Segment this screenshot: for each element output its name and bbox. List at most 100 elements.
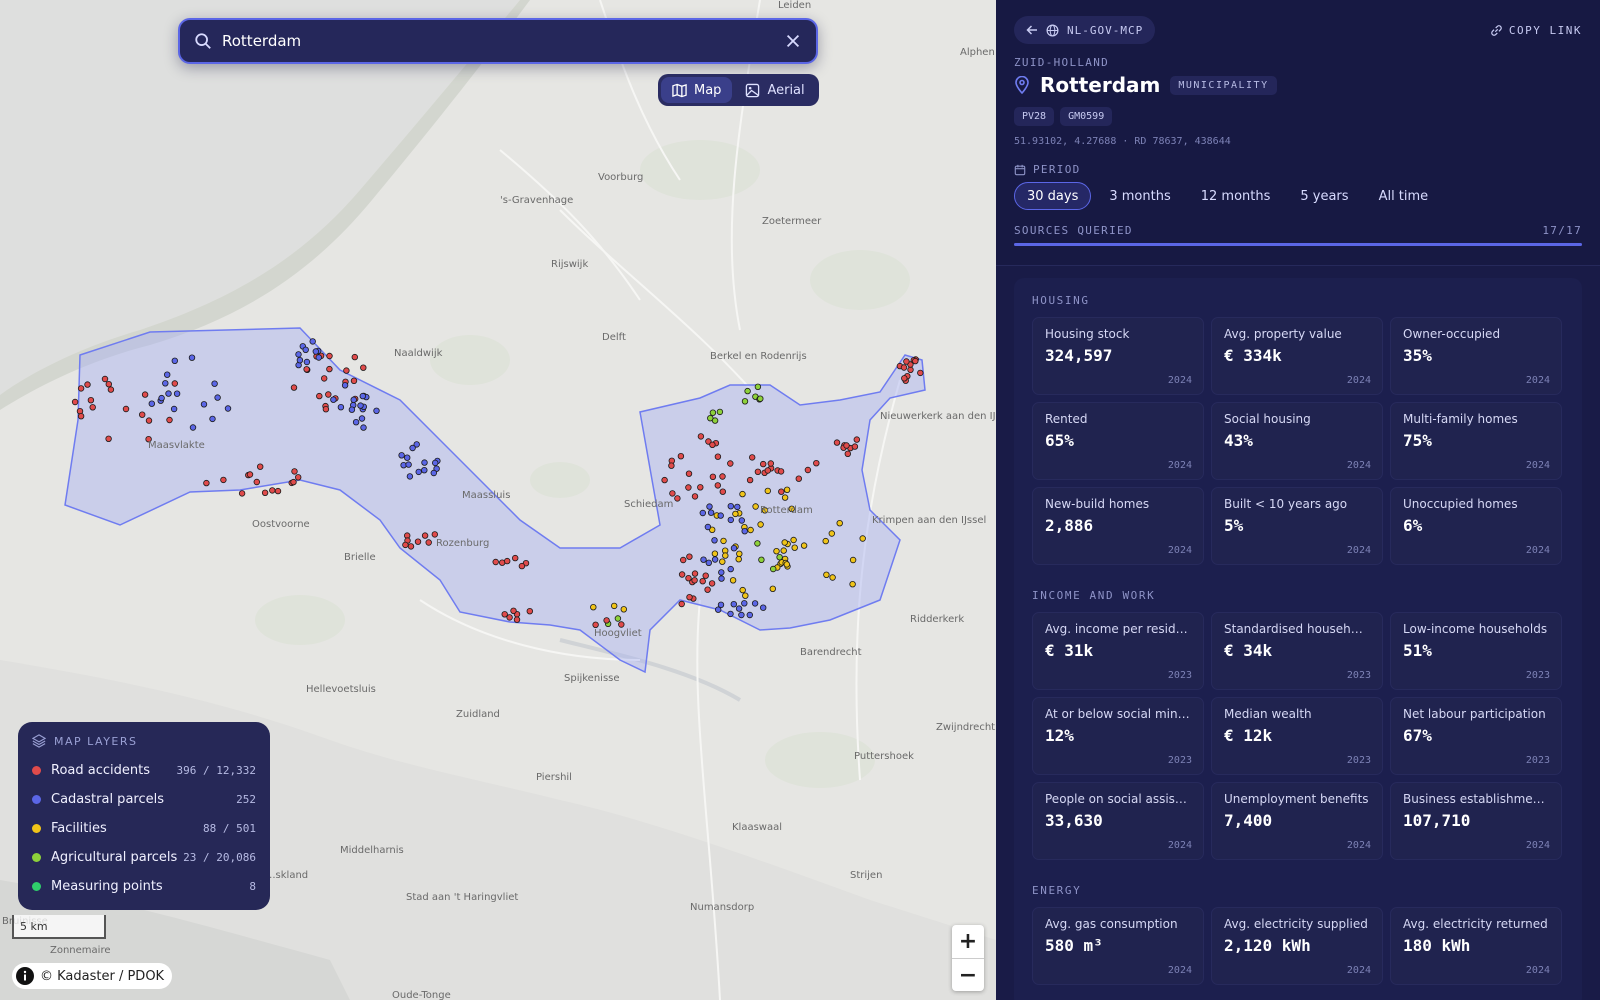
map-marker[interactable] bbox=[741, 398, 749, 405]
zoom-in-button[interactable]: + bbox=[952, 925, 984, 958]
map-marker[interactable] bbox=[188, 354, 196, 361]
map-marker[interactable] bbox=[163, 371, 171, 378]
map-marker[interactable] bbox=[699, 509, 706, 517]
map-marker[interactable] bbox=[764, 467, 771, 474]
map-marker[interactable] bbox=[171, 380, 178, 387]
map-marker[interactable] bbox=[407, 543, 415, 550]
map-marker[interactable] bbox=[706, 503, 713, 510]
map-layer-item[interactable]: Measuring points 8 bbox=[32, 872, 256, 901]
map-marker[interactable] bbox=[414, 538, 422, 545]
map-marker[interactable] bbox=[315, 354, 322, 361]
map-marker[interactable] bbox=[357, 402, 364, 409]
map-marker[interactable] bbox=[211, 380, 218, 387]
map-marker[interactable] bbox=[618, 621, 625, 628]
map-marker[interactable] bbox=[77, 385, 85, 392]
map-marker[interactable] bbox=[504, 557, 511, 565]
map-marker[interactable] bbox=[348, 406, 356, 413]
map-marker[interactable] bbox=[711, 556, 719, 563]
map-marker[interactable] bbox=[760, 460, 767, 468]
map-marker[interactable] bbox=[781, 539, 788, 546]
map-marker[interactable] bbox=[735, 556, 742, 563]
map-marker[interactable] bbox=[709, 473, 717, 480]
map-marker[interactable] bbox=[326, 365, 333, 373]
map-marker[interactable] bbox=[729, 577, 737, 584]
map-marker[interactable] bbox=[269, 487, 276, 494]
map-marker[interactable] bbox=[431, 531, 438, 538]
map-marker[interactable] bbox=[138, 411, 146, 418]
map-marker[interactable] bbox=[592, 621, 599, 628]
map-marker[interactable] bbox=[691, 577, 698, 584]
map-marker[interactable] bbox=[722, 552, 729, 559]
map-marker[interactable] bbox=[843, 442, 850, 449]
map-marker[interactable] bbox=[900, 364, 908, 371]
zoom-out-button[interactable]: − bbox=[952, 958, 984, 991]
map-marker[interactable] bbox=[351, 353, 358, 361]
map-marker[interactable] bbox=[122, 405, 130, 413]
map-marker[interactable] bbox=[506, 614, 513, 621]
map-marker[interactable] bbox=[777, 468, 785, 475]
map-marker[interactable] bbox=[822, 537, 829, 545]
map-marker[interactable] bbox=[697, 484, 704, 491]
map-marker[interactable] bbox=[749, 454, 756, 461]
map-marker[interactable] bbox=[727, 610, 734, 618]
map-marker[interactable] bbox=[704, 523, 712, 531]
map-marker[interactable] bbox=[421, 532, 429, 539]
map-marker[interactable] bbox=[730, 545, 738, 552]
map-marker[interactable] bbox=[697, 433, 705, 440]
map-marker[interactable] bbox=[512, 554, 519, 562]
map-marker[interactable] bbox=[714, 453, 722, 460]
map-marker[interactable] bbox=[360, 364, 367, 371]
map-marker[interactable] bbox=[742, 592, 749, 599]
map-marker[interactable] bbox=[746, 611, 753, 619]
map-marker[interactable] bbox=[747, 526, 754, 534]
map-marker[interactable] bbox=[674, 495, 681, 502]
map-marker[interactable] bbox=[678, 600, 685, 608]
map-marker[interactable] bbox=[101, 375, 109, 383]
map-marker[interactable] bbox=[744, 387, 751, 395]
map-marker[interactable] bbox=[783, 561, 790, 568]
map-marker[interactable] bbox=[738, 611, 745, 619]
map-marker[interactable] bbox=[795, 475, 802, 482]
map-marker[interactable] bbox=[611, 602, 618, 610]
map-view-button[interactable]: Map bbox=[661, 77, 733, 103]
map-marker[interactable] bbox=[741, 600, 748, 607]
map-marker[interactable] bbox=[415, 468, 422, 476]
map-marker[interactable] bbox=[828, 530, 835, 537]
map-marker[interactable] bbox=[603, 617, 610, 624]
map-marker[interactable] bbox=[773, 548, 780, 555]
period-option[interactable]: 3 months bbox=[1097, 182, 1182, 210]
map-marker[interactable] bbox=[290, 478, 297, 486]
map-marker[interactable] bbox=[141, 391, 149, 398]
map-marker[interactable] bbox=[790, 536, 797, 544]
map-marker[interactable] bbox=[754, 540, 761, 547]
map-marker[interactable] bbox=[912, 357, 919, 365]
map-marker[interactable] bbox=[823, 571, 830, 578]
map-marker[interactable] bbox=[105, 381, 112, 388]
map-marker[interactable] bbox=[711, 417, 719, 424]
map-marker[interactable] bbox=[685, 470, 693, 477]
map-marker[interactable] bbox=[312, 348, 319, 355]
map-marker[interactable] bbox=[162, 380, 169, 387]
map-marker[interactable] bbox=[209, 415, 216, 423]
map-marker[interactable] bbox=[727, 565, 734, 573]
map-marker[interactable] bbox=[290, 384, 298, 391]
map-marker[interactable] bbox=[322, 406, 330, 413]
map-marker[interactable] bbox=[746, 476, 754, 484]
map-layer-item[interactable]: Agricultural parcels 23 / 20,086 bbox=[32, 843, 256, 872]
map-marker[interactable] bbox=[291, 468, 298, 475]
map-marker[interactable] bbox=[421, 467, 428, 474]
map-marker[interactable] bbox=[518, 562, 526, 570]
panel-body[interactable]: HOUSING Housing stock 324,597 2024 Avg. prop… bbox=[1014, 278, 1582, 1000]
map-marker[interactable] bbox=[668, 462, 675, 469]
map-marker[interactable] bbox=[719, 488, 726, 495]
map-marker[interactable] bbox=[851, 443, 859, 450]
search-input[interactable] bbox=[222, 32, 784, 50]
map-marker[interactable] bbox=[764, 487, 771, 495]
map-marker[interactable] bbox=[678, 571, 686, 578]
map-marker[interactable] bbox=[87, 397, 95, 404]
map-marker[interactable] bbox=[359, 392, 366, 400]
map-layer-item[interactable]: Facilities 88 / 501 bbox=[32, 814, 256, 843]
map-marker[interactable] bbox=[849, 581, 856, 588]
map-marker[interactable] bbox=[719, 473, 726, 480]
map-marker[interactable] bbox=[836, 520, 843, 527]
